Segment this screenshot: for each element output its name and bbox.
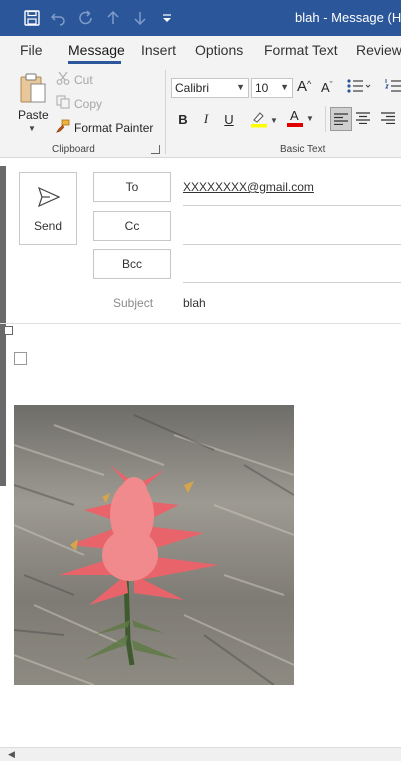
bullets-button[interactable] [347, 78, 371, 97]
align-right-icon [381, 112, 395, 127]
to-field-underline [183, 205, 401, 206]
font-size-dropdown[interactable]: 10 ▼ [251, 78, 293, 98]
ribbon-divider [325, 106, 326, 132]
active-tab-indicator [68, 61, 121, 64]
align-center-button[interactable] [356, 112, 370, 127]
copy-button[interactable]: Copy [56, 95, 102, 112]
caret-down-icon: ˇ [329, 79, 333, 90]
font-color-icon: A [287, 108, 303, 128]
shrink-font-button[interactable]: Aˇ [321, 79, 333, 96]
numbering-button[interactable] [385, 78, 401, 97]
chevron-down-icon: ▼ [28, 124, 36, 133]
bcc-field[interactable] [183, 282, 401, 283]
font-size-value: 10 [255, 81, 269, 95]
chevron-down-icon: ▼ [280, 82, 289, 92]
bullet-list-icon [347, 78, 371, 97]
scroll-left-icon[interactable]: ◀ [8, 749, 15, 760]
tab-message[interactable]: Message [68, 42, 125, 58]
cut-label: Cut [74, 72, 93, 87]
resize-handle-icon[interactable] [4, 326, 13, 335]
underline-button[interactable]: U [222, 108, 236, 130]
bcc-button[interactable]: Bcc [93, 249, 171, 279]
horizontal-scrollbar[interactable]: ◀ [0, 747, 401, 761]
tab-format-text[interactable]: Format Text [264, 42, 338, 58]
redo-icon[interactable] [76, 8, 96, 28]
align-right-button[interactable] [381, 112, 395, 127]
cc-field[interactable] [183, 244, 401, 245]
up-arrow-icon[interactable] [103, 8, 123, 28]
send-label: Send [33, 219, 63, 233]
grow-font-glyph: A [297, 78, 308, 95]
caret-up-icon: ^ [307, 78, 312, 89]
font-color-button[interactable]: A ▼ [287, 108, 314, 128]
copy-label: Copy [74, 96, 103, 111]
embedded-flower-photo[interactable] [13, 405, 295, 686]
chevron-down-icon: ▼ [270, 116, 278, 125]
save-icon[interactable] [22, 8, 42, 28]
send-icon [37, 186, 61, 210]
font-name-value: Calibri [175, 81, 210, 95]
tab-options[interactable]: Options [195, 42, 243, 58]
align-center-icon [356, 112, 370, 127]
scissors-icon [56, 71, 70, 88]
bold-button[interactable]: B [176, 108, 190, 130]
align-left-button[interactable] [330, 107, 352, 131]
clipboard-group-label: Clipboard [52, 144, 95, 155]
subject-label: Subject [113, 296, 154, 310]
clipboard-icon [19, 72, 47, 107]
highlighter-icon [250, 110, 268, 131]
cut-button[interactable]: Cut [56, 71, 93, 88]
chevron-down-icon: ▼ [306, 113, 314, 123]
to-button[interactable]: To [93, 172, 171, 202]
paste-button[interactable]: Paste ▼ [14, 70, 50, 136]
placeholder-checkbox[interactable] [14, 352, 27, 365]
align-left-icon [334, 113, 348, 128]
font-color-glyph: A [290, 108, 299, 123]
tab-review[interactable]: Review [356, 42, 401, 58]
paste-label: Paste [18, 108, 49, 122]
down-arrow-icon[interactable] [130, 8, 150, 28]
tab-insert[interactable]: Insert [141, 42, 176, 58]
cc-button[interactable]: Cc [93, 211, 171, 241]
send-button[interactable]: Send [19, 172, 77, 245]
highlight-button[interactable]: ▼ [250, 110, 278, 131]
numbered-list-icon [385, 78, 401, 97]
format-painter-button[interactable]: Format Painter [56, 119, 153, 136]
font-name-dropdown[interactable]: Calibri ▼ [171, 78, 249, 98]
italic-button[interactable]: I [200, 108, 212, 130]
shrink-font-glyph: A [321, 80, 330, 95]
format-painter-label: Format Painter [74, 120, 154, 135]
tab-file[interactable]: File [20, 42, 43, 58]
dialog-launcher-icon[interactable] [151, 145, 160, 154]
title-bar: blah - Message (HT [0, 0, 401, 36]
to-field[interactable]: XXXXXXXX@gmail.com [183, 180, 314, 194]
copy-icon [56, 95, 70, 112]
chevron-down-icon: ▼ [236, 82, 245, 92]
grow-font-button[interactable]: A ^ [297, 78, 311, 95]
undo-icon[interactable] [48, 8, 68, 28]
customize-qat-icon[interactable] [157, 8, 177, 28]
subject-field[interactable]: blah [183, 296, 206, 310]
window-title: blah - Message (HT [295, 10, 401, 25]
basic-text-group-label: Basic Text [280, 144, 326, 155]
ribbon-tabs: File Message Insert Options Format Text … [0, 36, 401, 66]
ribbon-group-divider [165, 70, 166, 154]
paintbrush-icon [56, 119, 70, 136]
ribbon: Paste ▼ Cut Copy Format Painter Clipboar… [0, 66, 401, 158]
